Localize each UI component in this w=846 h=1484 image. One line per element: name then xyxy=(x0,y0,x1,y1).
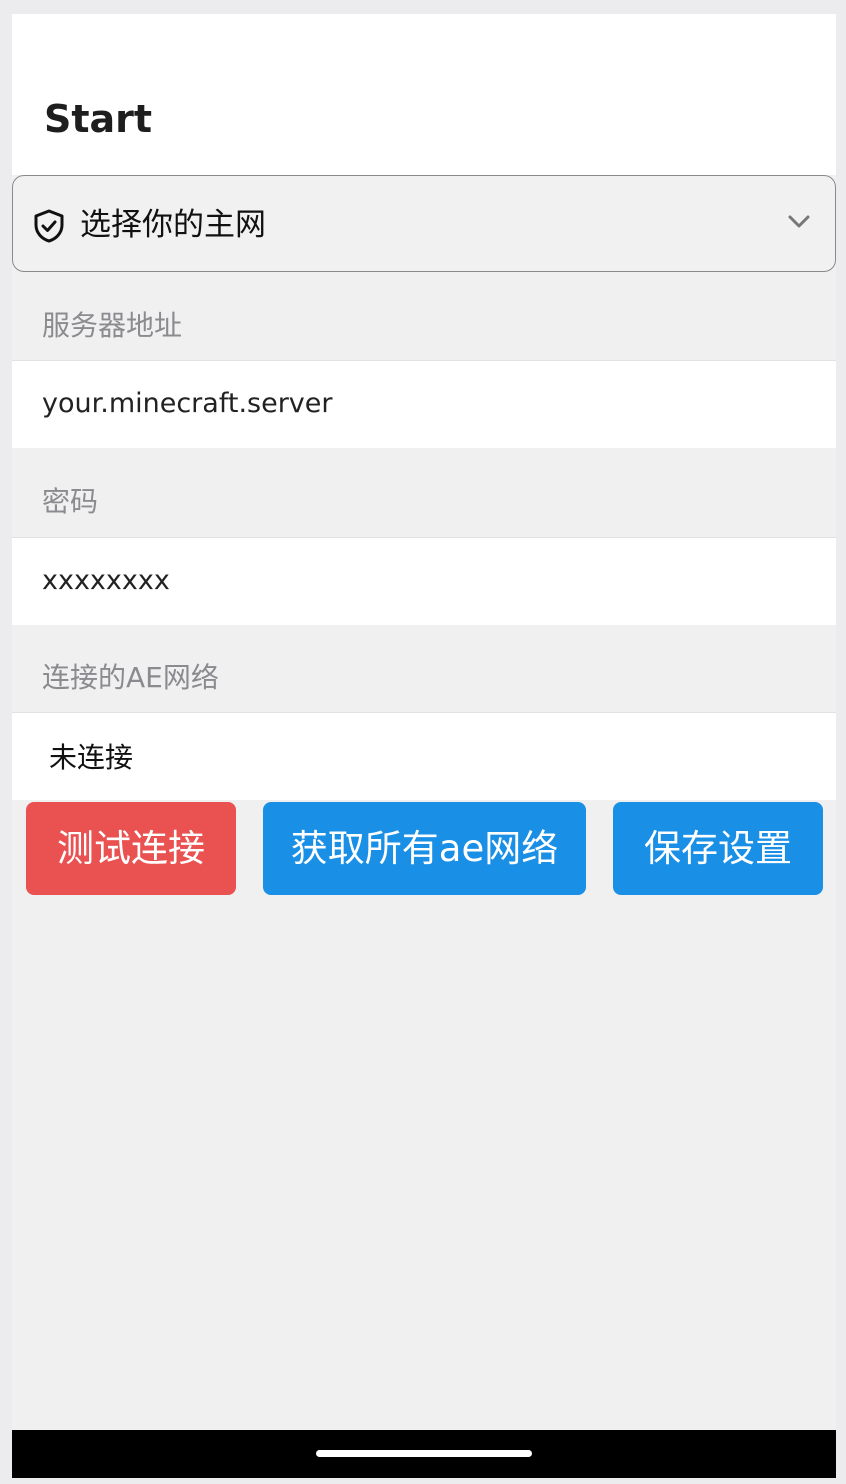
header: Start xyxy=(12,14,836,175)
system-nav-bar xyxy=(12,1430,836,1478)
get-all-ae-networks-button[interactable]: 获取所有ae网络 xyxy=(263,802,586,895)
test-connection-button[interactable]: 测试连接 xyxy=(26,802,236,895)
network-selector-label: 选择你的主网 xyxy=(80,207,266,243)
app-screen: Start 选择你的主网 服务器地址 your.minecraft.server… xyxy=(12,14,836,1478)
server-address-field[interactable]: your.minecraft.server xyxy=(12,360,836,448)
ae-network-status: 未连接 xyxy=(49,741,134,774)
page-title: Start xyxy=(44,97,153,141)
network-selector[interactable]: 选择你的主网 xyxy=(12,175,836,272)
chevron-down-icon xyxy=(788,215,810,228)
shield-check-icon xyxy=(34,209,64,243)
server-address-label: 服务器地址 xyxy=(42,309,183,342)
ae-network-field: 未连接 xyxy=(12,712,836,800)
server-address-value: your.minecraft.server xyxy=(42,388,333,419)
home-indicator[interactable] xyxy=(316,1450,532,1457)
ae-network-label: 连接的AE网络 xyxy=(42,661,219,694)
password-value: xxxxxxxx xyxy=(42,565,170,596)
password-label: 密码 xyxy=(42,485,99,518)
password-field[interactable]: xxxxxxxx xyxy=(12,537,836,625)
save-settings-button[interactable]: 保存设置 xyxy=(613,802,823,895)
